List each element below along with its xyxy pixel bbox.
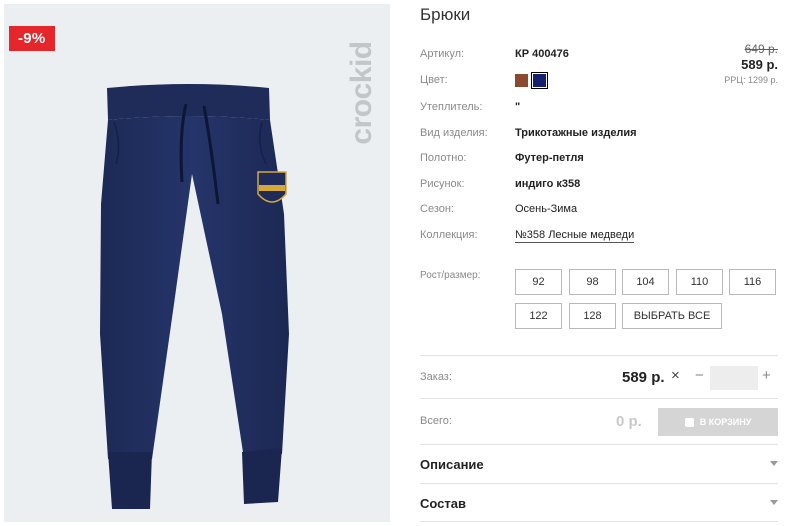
spec-value: КР 400476: [515, 48, 569, 60]
spec-label: Рисунок:: [420, 178, 465, 190]
color-swatch-brown[interactable]: [515, 74, 528, 87]
spec-label: Коллекция:: [420, 229, 478, 241]
size-option-116[interactable]: 116: [729, 269, 776, 295]
order-label: Заказ:: [420, 371, 452, 383]
size-label: Рост/размер:: [420, 270, 481, 281]
spec-label: Вид изделия:: [420, 127, 488, 139]
bag-icon: [684, 417, 694, 427]
spec-article: Артикул: КР 400476: [420, 48, 780, 64]
color-swatch-navy[interactable]: [531, 72, 548, 89]
pants-image: [100, 84, 289, 509]
spec-label: Артикул:: [420, 48, 465, 60]
spec-value: ": [515, 101, 521, 113]
spec-color: Цвет:: [420, 72, 780, 90]
total-value: 0 р.: [616, 413, 642, 430]
accordion-title: Описание: [420, 457, 484, 472]
spec-value: Футер-петля: [515, 152, 584, 164]
minus-icon[interactable]: −: [695, 367, 704, 384]
accordion-composition[interactable]: Состав: [420, 496, 778, 516]
divider: [420, 444, 778, 445]
times-icon: ×: [671, 367, 680, 384]
divider: [420, 398, 778, 399]
add-to-cart-button[interactable]: В КОРЗИНУ: [658, 408, 778, 436]
accordion-title: Состав: [420, 496, 466, 511]
quantity-input[interactable]: [710, 366, 758, 390]
product-image: -9% crockid: [4, 4, 390, 522]
chevron-down-icon: [770, 461, 778, 466]
color-swatches: [515, 72, 548, 89]
accordion-description[interactable]: Описание: [420, 457, 778, 477]
brand-logo: crockid: [342, 18, 382, 168]
spec-label: Утеплитель:: [420, 101, 483, 113]
select-all-sizes-button[interactable]: ВЫБРАТЬ ВСЕ: [622, 303, 722, 329]
divider: [420, 483, 778, 484]
spec-label: Сезон:: [420, 203, 454, 215]
spec-value: Трикотажные изделия: [515, 127, 637, 139]
divider: [420, 355, 778, 356]
product-title: Брюки: [420, 5, 471, 24]
product-details: Брюки 649 р. 589 р. РРЦ: 1299 р. Артикул…: [420, 0, 790, 526]
spec-season: Сезон: Осень-Зима: [420, 203, 780, 219]
brand-logo-text: crockid: [345, 41, 378, 145]
spec-label: Полотно:: [420, 152, 467, 164]
discount-badge: -9%: [9, 26, 55, 51]
plus-icon[interactable]: +: [762, 367, 771, 384]
size-option-110[interactable]: 110: [676, 269, 723, 295]
size-option-92[interactable]: 92: [515, 269, 562, 295]
spec-label: Цвет:: [420, 74, 448, 86]
total-label: Всего:: [420, 415, 452, 427]
spec-insulation: Утеплитель: ": [420, 101, 780, 117]
size-option-122[interactable]: 122: [515, 303, 562, 329]
add-to-cart-label: В КОРЗИНУ: [699, 417, 752, 427]
spec-fabric: Полотно: Футер-петля: [420, 152, 780, 168]
order-price: 589 р.: [622, 369, 665, 386]
size-option-104[interactable]: 104: [622, 269, 669, 295]
spec-value: индиго к358: [515, 178, 581, 190]
spec-pattern: Рисунок: индиго к358: [420, 178, 780, 194]
spec-product-type: Вид изделия: Трикотажные изделия: [420, 127, 780, 143]
collection-link[interactable]: №358 Лесные медведи: [515, 229, 635, 243]
chevron-down-icon: [770, 500, 778, 505]
divider: [420, 521, 778, 522]
spec-collection: Коллекция: №358 Лесные медведи: [420, 229, 780, 245]
size-option-128[interactable]: 128: [569, 303, 616, 329]
size-option-98[interactable]: 98: [569, 269, 616, 295]
spec-value: Осень-Зима: [515, 203, 578, 215]
